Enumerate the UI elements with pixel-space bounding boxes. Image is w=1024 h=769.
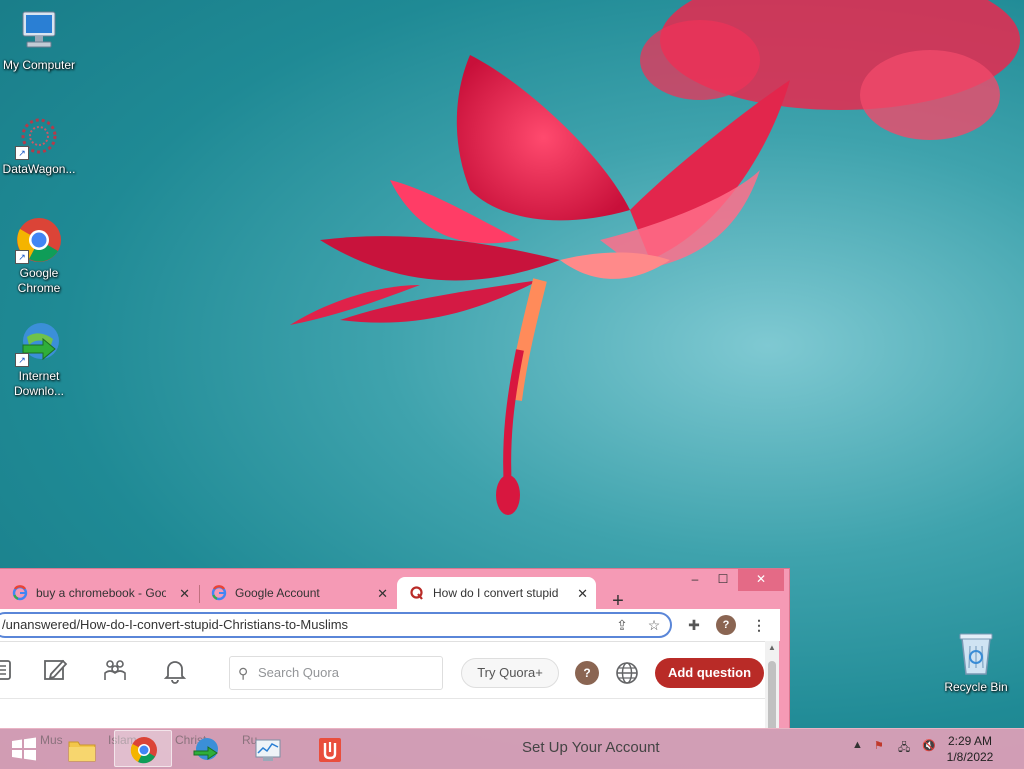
desktop-icon-label: Internet Downlo... [13, 369, 65, 398]
google-favicon-icon [211, 585, 227, 601]
quora-header: ⚲ Search Quora Try Quora+ ? Add question [0, 642, 765, 699]
scroll-up-arrow-icon[interactable]: ▲ [765, 643, 779, 652]
address-bar[interactable]: /unanswered/How-do-I-convert-stupid-Chri… [0, 612, 672, 638]
profile-avatar-quora[interactable]: ? [575, 661, 599, 685]
home-feed-icon[interactable] [0, 656, 14, 684]
desktop-icon-label: DataWagon... [2, 162, 76, 176]
document-app-icon [319, 738, 341, 762]
taskbar-chrome[interactable] [114, 730, 172, 767]
chrome-menu-icon[interactable]: ⋮ [749, 615, 769, 635]
bookmark-star-icon[interactable]: ☆ [644, 615, 664, 635]
tab-title: How do I convert stupid [433, 586, 559, 600]
taskbar-file-explorer[interactable] [52, 730, 110, 767]
tab-buy-a-chromebook[interactable]: buy a chromebook - Goo ✕ [0, 577, 198, 609]
extensions-puzzle-icon[interactable]: ✚ [684, 615, 704, 635]
set-up-account-label[interactable]: Set Up Your Account [522, 739, 660, 756]
language-globe-icon[interactable] [614, 660, 640, 686]
tab-title: buy a chromebook - Goo [36, 586, 166, 600]
clock-time: 2:29 AM [947, 734, 993, 748]
page-scrollbar[interactable]: ▲ [765, 641, 779, 729]
google-favicon-icon [12, 585, 28, 601]
spaces-people-icon[interactable] [101, 656, 129, 684]
volume-muted-icon[interactable]: 🔇 [922, 739, 936, 752]
taskbar-internet-download-manager[interactable] [176, 730, 234, 767]
add-question-button[interactable]: Add question [655, 658, 764, 688]
address-text: /unanswered/How-do-I-convert-stupid-Chri… [2, 617, 349, 632]
search-placeholder: Search Quora [258, 665, 339, 680]
chrome-icon [130, 737, 157, 764]
try-quora-plus-button[interactable]: Try Quora+ [461, 658, 559, 688]
search-icon: ⚲ [238, 665, 249, 681]
browser-window: – ☐ ✕ buy a chromebook - Goo ✕ Google Ac… [0, 568, 790, 729]
desktop-icon-google-chrome[interactable]: ↗ Google Chrome [0, 216, 79, 296]
desktop-icon-label: My Computer [2, 58, 76, 72]
shortcut-arrow-icon: ↗ [15, 250, 29, 264]
chrome-icon: ↗ [15, 216, 63, 264]
close-tab-icon[interactable]: ✕ [179, 586, 190, 602]
system-clock[interactable]: 2:29 AM 1/8/2022 [940, 733, 1000, 765]
close-tab-icon[interactable]: ✕ [577, 586, 588, 602]
scrollbar-thumb[interactable] [768, 661, 776, 729]
folder-icon [68, 741, 96, 762]
clock-date: 1/8/2022 [946, 750, 994, 764]
desktop-icon-datawagon[interactable]: ↗ DataWagon... [0, 112, 79, 177]
computer-icon [15, 8, 63, 56]
desktop-icon-my-computer[interactable]: My Computer [0, 8, 79, 73]
recycle-bin-icon [952, 630, 1000, 678]
tab-google-account[interactable]: Google Account ✕ [199, 577, 396, 609]
desktop-icon-label: Recycle Bin [944, 680, 1008, 694]
quora-page: ⚲ Search Quora Try Quora+ ? Add question [0, 641, 765, 729]
shortcut-arrow-icon: ↗ [15, 353, 29, 367]
desktop-icon-internet-download-manager[interactable]: ↗ Internet Downlo... [0, 319, 79, 399]
internet-download-manager-icon: ↗ [15, 319, 63, 367]
action-center-flag-icon[interactable]: ⚑ [874, 739, 884, 752]
network-icon[interactable]: 🖧 [898, 739, 910, 758]
answer-pencil-icon[interactable] [41, 656, 69, 684]
notifications-bell-icon[interactable] [161, 656, 189, 684]
desktop-icon-recycle-bin[interactable]: Recycle Bin [936, 630, 1016, 695]
taskbar: Mus Islam Christ Ru... Set Up Your Accou… [0, 728, 1024, 769]
taskbar-pdf-app[interactable] [300, 730, 358, 767]
taskbar-resource-monitor[interactable] [238, 730, 296, 767]
start-windows-icon[interactable] [6, 733, 42, 765]
close-tab-icon[interactable]: ✕ [377, 586, 388, 602]
desktop-icon-label: Google Chrome [17, 266, 61, 295]
tab-title: Google Account [235, 586, 320, 600]
monitor-chart-icon [255, 739, 281, 761]
show-hidden-icons-arrow[interactable]: ▲ [852, 739, 863, 751]
tab-strip: buy a chromebook - Goo ✕ Google Account … [0, 577, 789, 612]
search-input[interactable]: ⚲ Search Quora [229, 656, 443, 690]
shortcut-arrow-icon: ↗ [15, 146, 29, 160]
share-icon[interactable]: ⇪ [612, 615, 632, 635]
profile-avatar[interactable]: ? [716, 615, 736, 635]
internet-download-manager-icon [193, 738, 218, 760]
browser-toolbar: /unanswered/How-do-I-convert-stupid-Chri… [0, 609, 780, 641]
tab-quora-question[interactable]: How do I convert stupid ✕ [397, 577, 596, 609]
datawagon-icon: ↗ [15, 112, 63, 160]
quora-favicon-icon [410, 586, 423, 600]
